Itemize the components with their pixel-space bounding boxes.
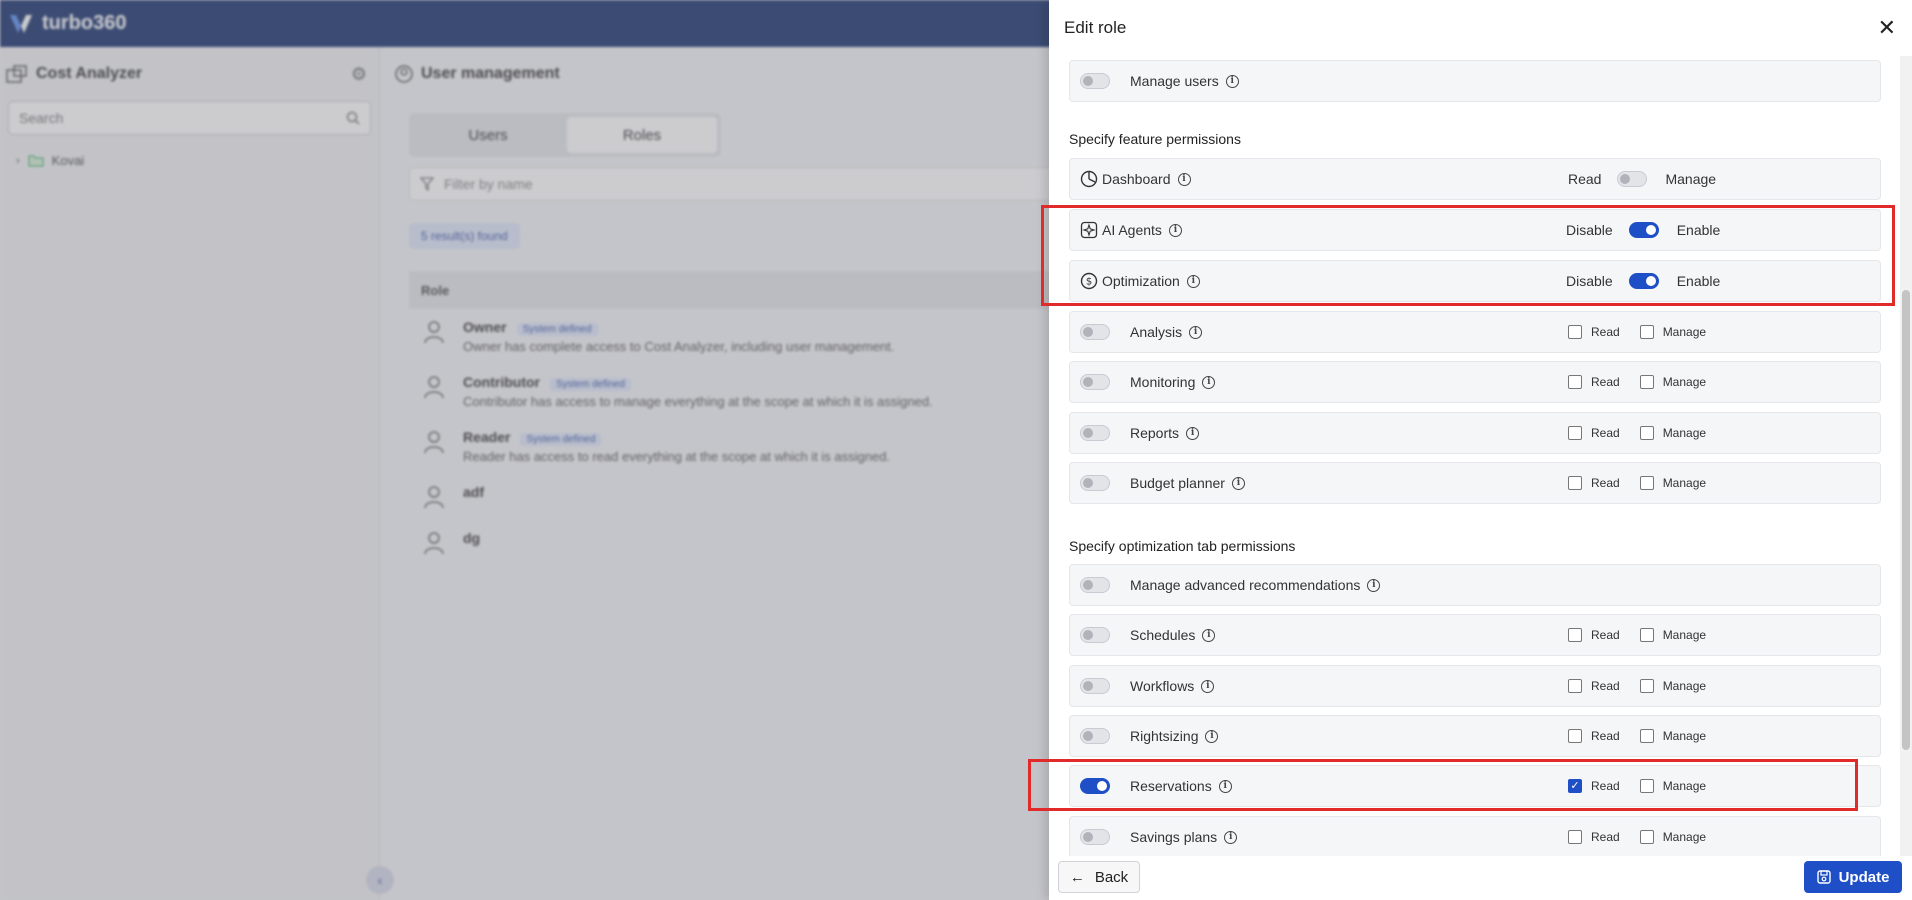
workflows-read-checkbox[interactable] — [1568, 679, 1582, 693]
highlight-box-features — [1041, 205, 1895, 306]
close-icon[interactable]: ✕ — [1878, 17, 1896, 39]
permission-row-manage-advanced-recommendations: Manage advanced recommendations i — [1069, 564, 1881, 606]
permission-row-monitoring: Monitoring i Read Manage — [1069, 361, 1881, 403]
info-icon[interactable]: i — [1367, 578, 1381, 592]
savings-plans-manage-checkbox[interactable] — [1639, 830, 1654, 844]
save-icon — [1816, 870, 1831, 884]
analysis-manage-checkbox[interactable] — [1639, 325, 1654, 339]
schedules-manage-checkbox[interactable] — [1639, 628, 1654, 642]
budget-planner-read-checkbox[interactable] — [1568, 476, 1582, 490]
info-icon[interactable]: i — [1225, 74, 1239, 88]
manage-advanced-recommendations-toggle[interactable] — [1080, 577, 1110, 593]
info-icon[interactable]: i — [1189, 325, 1203, 339]
permission-row-savings-plans: Savings plans i Read Manage — [1069, 816, 1881, 856]
budget-planner-toggle[interactable] — [1080, 475, 1110, 491]
rightsizing-manage-checkbox[interactable] — [1639, 729, 1654, 743]
workflows-toggle[interactable] — [1080, 678, 1110, 694]
info-icon[interactable]: i — [1202, 375, 1216, 389]
permission-row-manage-users: Manage users i — [1069, 60, 1881, 102]
scrollbar-thumb[interactable] — [1902, 290, 1910, 750]
optimization-permissions-title: Specify optimization tab permissions — [1069, 538, 1296, 554]
analysis-toggle[interactable] — [1080, 324, 1110, 340]
savings-plans-read-checkbox[interactable] — [1568, 830, 1582, 844]
info-icon[interactable]: i — [1201, 679, 1215, 693]
rightsizing-toggle[interactable] — [1080, 728, 1110, 744]
reports-manage-checkbox[interactable] — [1639, 426, 1654, 440]
reports-read-checkbox[interactable] — [1568, 426, 1582, 440]
info-icon[interactable]: i — [1224, 830, 1238, 844]
schedules-read-checkbox[interactable] — [1568, 628, 1582, 642]
info-icon[interactable]: i — [1186, 426, 1200, 440]
permission-row-schedules: Schedules i Read Manage — [1069, 614, 1881, 656]
monitoring-read-checkbox[interactable] — [1568, 375, 1582, 389]
manage-users-toggle[interactable] — [1080, 73, 1110, 89]
feature-permissions-title: Specify feature permissions — [1069, 131, 1241, 147]
analysis-read-checkbox[interactable] — [1568, 325, 1582, 339]
info-icon[interactable]: i — [1205, 729, 1219, 743]
highlight-box-reservations — [1028, 759, 1858, 811]
permission-row-dashboard: Dashboard i Read Manage — [1069, 158, 1881, 200]
permission-row-rightsizing: Rightsizing i Read Manage — [1069, 715, 1881, 757]
permission-row-workflows: Workflows i Read Manage — [1069, 665, 1881, 707]
drawer-footer: ← Back Update — [1049, 856, 1912, 900]
workflows-manage-checkbox[interactable] — [1639, 679, 1654, 693]
update-button[interactable]: Update — [1804, 861, 1902, 893]
arrow-left-icon: ← — [1069, 868, 1085, 886]
monitoring-toggle[interactable] — [1080, 374, 1110, 390]
info-icon[interactable]: i — [1177, 172, 1191, 186]
drawer-title: Edit role — [1064, 18, 1127, 37]
back-button[interactable]: ← Back — [1058, 861, 1140, 893]
drawer-header: Edit role ✕ — [1049, 0, 1912, 56]
rightsizing-read-checkbox[interactable] — [1568, 729, 1582, 743]
schedules-toggle[interactable] — [1080, 627, 1110, 643]
budget-planner-manage-checkbox[interactable] — [1639, 476, 1654, 490]
info-icon[interactable]: i — [1231, 476, 1245, 490]
dashboard-icon — [1080, 170, 1098, 188]
permission-row-analysis: Analysis i Read Manage — [1069, 311, 1881, 353]
savings-plans-toggle[interactable] — [1080, 829, 1110, 845]
dashboard-read-manage-toggle[interactable] — [1617, 171, 1648, 187]
drawer-body: Manage users i Specify feature permissio… — [1049, 56, 1900, 856]
permission-row-reports: Reports i Read Manage — [1069, 412, 1881, 454]
reports-toggle[interactable] — [1080, 425, 1110, 441]
monitoring-manage-checkbox[interactable] — [1639, 375, 1654, 389]
info-icon[interactable]: i — [1202, 628, 1216, 642]
permission-row-budget-planner: Budget planner i Read Manage — [1069, 462, 1881, 504]
